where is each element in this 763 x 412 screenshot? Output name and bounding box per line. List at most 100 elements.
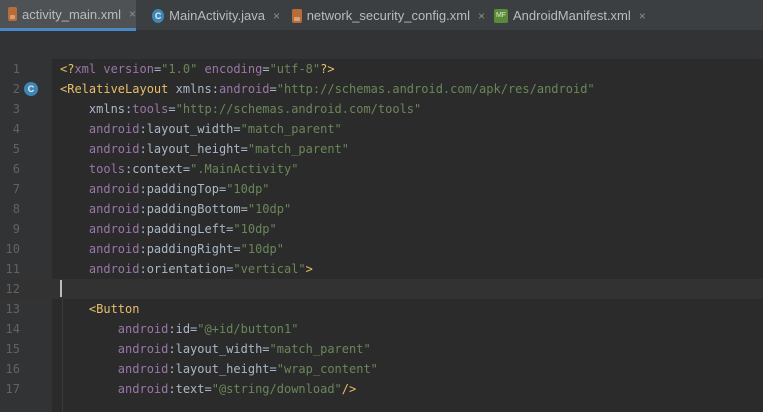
code-token: xmlns:: [60, 102, 133, 116]
code-token: :paddingTop=: [139, 182, 227, 196]
code-token: android: [60, 142, 140, 156]
code-token: :id=: [168, 322, 198, 336]
tab-main-activity-java[interactable]: C MainActivity.java ×: [150, 0, 280, 31]
code-token: =: [168, 102, 176, 116]
close-icon[interactable]: ×: [129, 7, 136, 21]
code-token: "@string/download": [211, 382, 342, 396]
code-token: =: [269, 82, 277, 96]
code-line[interactable]: 11 android:orientation="vertical">: [0, 259, 763, 279]
code-token: "10dp": [247, 202, 292, 216]
code-token: "http://schemas.android.com/apk/res/andr…: [276, 82, 595, 96]
code-token: "10dp": [240, 242, 284, 256]
code-text: android:paddingBottom="10dp": [60, 199, 291, 219]
code-text: android:layout_height="match_parent": [60, 139, 349, 159]
code-token: "match_parent": [269, 342, 371, 356]
code-token: android: [60, 242, 140, 256]
code-token: :layout_height=: [139, 142, 248, 156]
code-line[interactable]: 6 tools:context=".MainActivity": [0, 159, 763, 179]
code-token: "http://schemas.android.com/tools": [175, 102, 422, 116]
code-text: android:id="@+id/button1": [60, 319, 299, 339]
code-token: android: [60, 342, 169, 356]
xml-file-icon: [8, 7, 18, 21]
line-number: 10: [5, 242, 20, 256]
code-text: android:paddingTop="10dp": [60, 179, 270, 199]
code-token: android: [60, 322, 169, 336]
line-number: 6: [12, 162, 20, 176]
breadcrumb-bar: [0, 31, 763, 59]
code-token: <Button: [60, 302, 140, 316]
line-number: 9: [12, 222, 20, 236]
code-token: :layout_width=: [168, 342, 270, 356]
code-token: />: [341, 382, 357, 396]
code-token: :orientation=: [139, 262, 234, 276]
line-number: 8: [12, 202, 20, 216]
code-token: android: [60, 262, 140, 276]
code-token: android: [60, 122, 140, 136]
code-token: "match_parent": [240, 122, 342, 136]
code-token: "10dp": [233, 222, 277, 236]
tab-label: activity_main.xml: [22, 6, 121, 22]
line-number: 11: [5, 262, 20, 276]
code-text: android:layout_width="match_parent": [60, 339, 371, 359]
code-token: <?: [60, 62, 75, 76]
code-token: android: [60, 382, 169, 396]
code-line[interactable]: 17 android:text="@string/download"/>: [0, 379, 763, 399]
close-icon[interactable]: ×: [639, 9, 646, 23]
tab-label: AndroidManifest.xml: [513, 8, 631, 23]
code-token: :paddingRight=: [139, 242, 241, 256]
code-token: "match_parent": [247, 142, 350, 156]
code-token: ".MainActivity": [190, 162, 299, 176]
code-line[interactable]: 4 android:layout_width="match_parent": [0, 119, 763, 139]
code-token: android: [60, 182, 140, 196]
code-token: tools: [60, 162, 126, 176]
code-line[interactable]: 15 android:layout_width="match_parent": [0, 339, 763, 359]
tab-android-manifest-xml[interactable]: AndroidManifest.xml ×: [492, 0, 660, 31]
code-text: xmlns:tools="http://schemas.android.com/…: [60, 99, 421, 119]
code-token: :layout_width=: [139, 122, 241, 136]
class-gutter-icon[interactable]: C: [24, 82, 38, 96]
code-text: android:layout_height="wrap_content": [60, 359, 378, 379]
line-number: 1: [12, 62, 20, 76]
close-icon[interactable]: ×: [478, 9, 485, 23]
code-line[interactable]: 12: [0, 279, 763, 299]
code-line[interactable]: 9 android:paddingLeft="10dp": [0, 219, 763, 239]
code-line[interactable]: 13 <Button: [0, 299, 763, 319]
code-line[interactable]: 16 android:layout_height="wrap_content": [0, 359, 763, 379]
code-line[interactable]: 10 android:paddingRight="10dp": [0, 239, 763, 259]
tab-label: network_security_config.xml: [306, 8, 470, 23]
code-token: version: [103, 62, 154, 76]
code-token: android: [60, 362, 169, 376]
line-number: 14: [5, 322, 20, 336]
tab-activity-main-xml[interactable]: activity_main.xml ×: [0, 0, 136, 31]
code-token: "wrap_content": [276, 362, 378, 376]
line-number: 2: [12, 82, 20, 96]
code-token: :paddingBottom=: [139, 202, 248, 216]
code-token: ?>: [320, 62, 335, 76]
code-token: encoding: [204, 62, 263, 76]
close-icon[interactable]: ×: [273, 9, 280, 23]
code-text: android:paddingLeft="10dp": [60, 219, 277, 239]
code-token: "10dp": [226, 182, 270, 196]
code-line[interactable]: 1 <?xml version="1.0" encoding="utf-8"?>: [0, 59, 763, 79]
code-token: "utf-8": [269, 62, 321, 76]
code-token: >: [305, 262, 313, 276]
code-token: xmlns:: [175, 82, 219, 96]
tab-network-security-config-xml[interactable]: network_security_config.xml ×: [290, 0, 485, 31]
code-token: "vertical": [233, 262, 306, 276]
code-text: android:orientation="vertical">: [60, 259, 313, 279]
code-line[interactable]: 3 xmlns:tools="http://schemas.android.co…: [0, 99, 763, 119]
code-token: :text=: [168, 382, 212, 396]
xml-file-icon: [292, 8, 302, 23]
code-token: android: [60, 222, 140, 236]
code-line[interactable]: 14 android:id="@+id/button1": [0, 319, 763, 339]
code-text: <?xml version="1.0" encoding="utf-8"?>: [60, 59, 335, 79]
code-line[interactable]: 2 C <RelativeLayout xmlns:android="http://…: [0, 79, 763, 99]
code-line[interactable]: 7 android:paddingTop="10dp": [0, 179, 763, 199]
tab-label: MainActivity.java: [169, 8, 265, 23]
code-line[interactable]: 5 android:layout_height="match_parent": [0, 139, 763, 159]
code-text: android:paddingRight="10dp": [60, 239, 284, 259]
code-token: "@+id/button1": [197, 322, 299, 336]
code-text: android:layout_width="match_parent": [60, 119, 342, 139]
code-editor[interactable]: 1 <?xml version="1.0" encoding="utf-8"?> 2…: [0, 59, 763, 412]
code-line[interactable]: 8 android:paddingBottom="10dp": [0, 199, 763, 219]
